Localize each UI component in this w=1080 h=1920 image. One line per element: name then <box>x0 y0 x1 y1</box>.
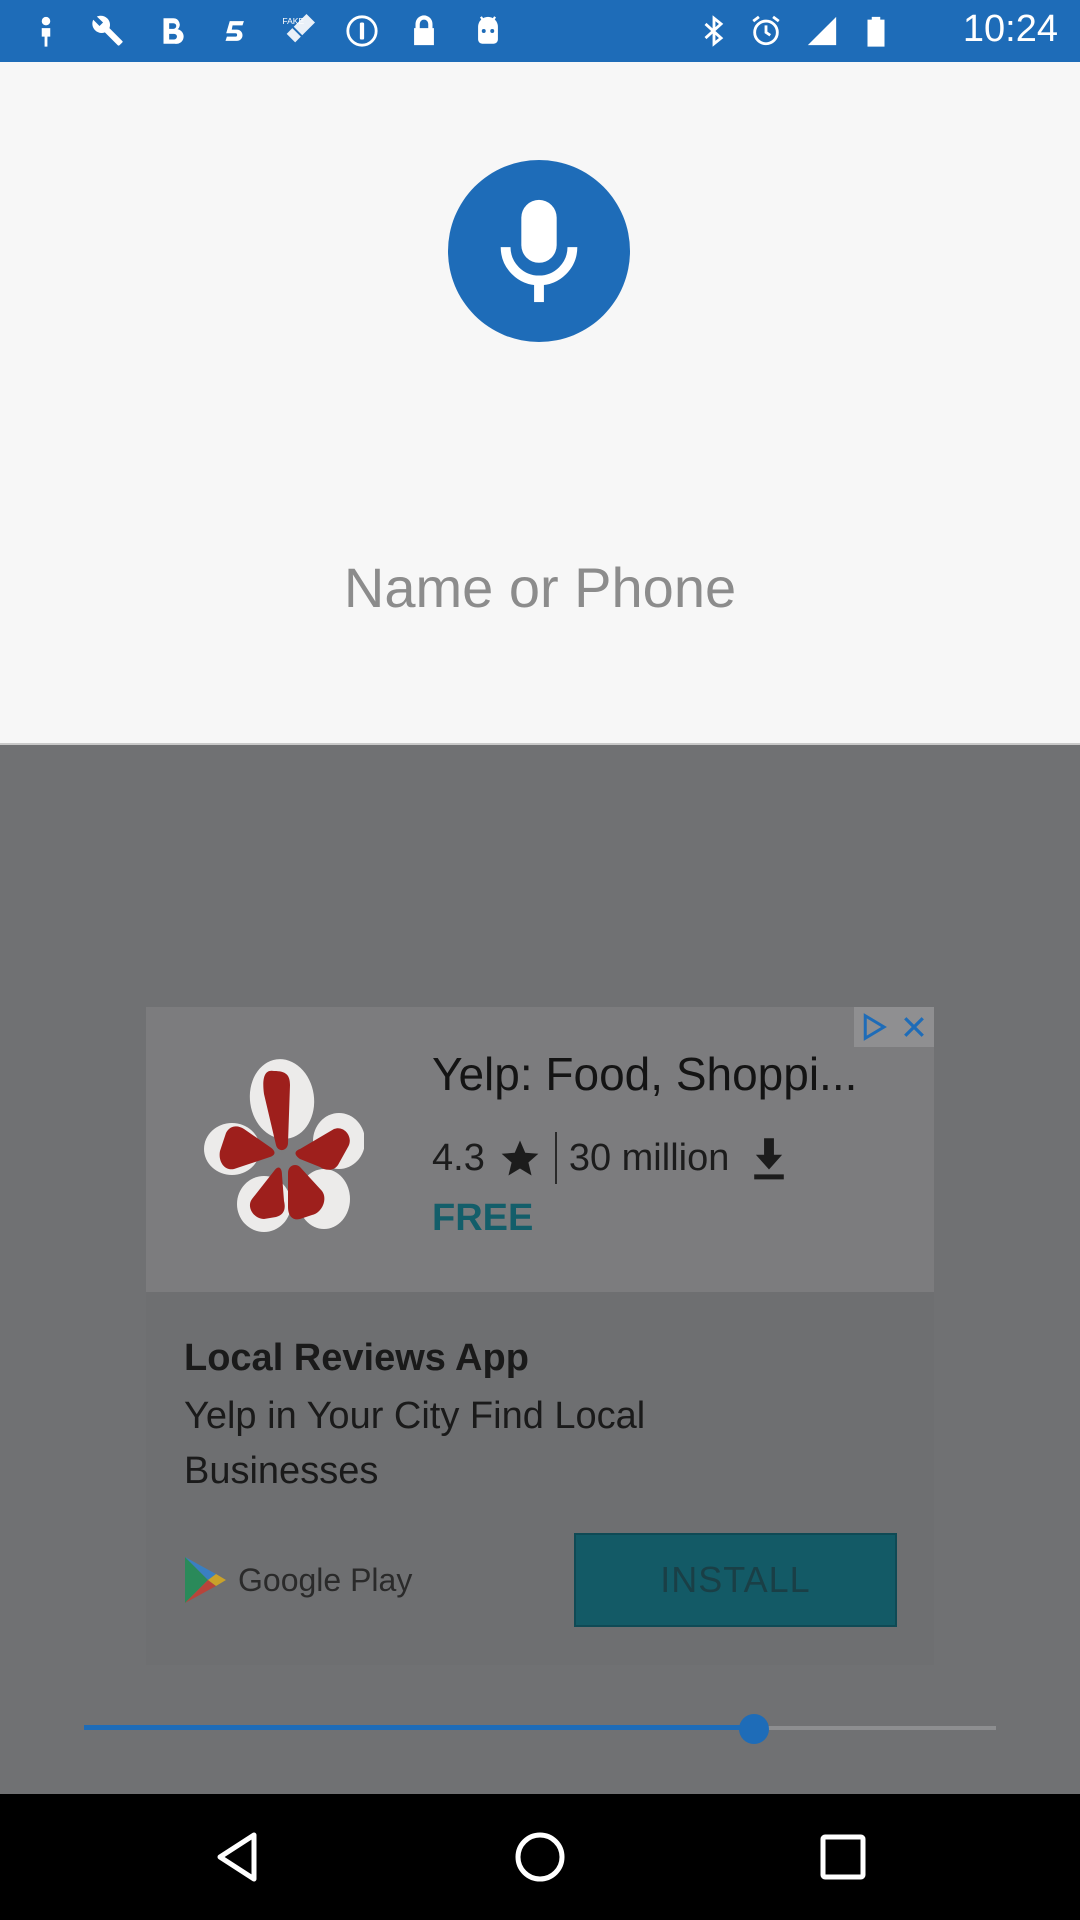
status-bar: FAKE 10:24 <box>0 0 1080 62</box>
info-icon <box>342 10 382 52</box>
yelp-logo-icon <box>204 1059 364 1232</box>
satellite-fake-icon: FAKE <box>278 10 318 52</box>
bluetooth-icon <box>694 10 734 52</box>
ad-choices[interactable] <box>854 1007 934 1047</box>
svg-text:FAKE: FAKE <box>282 16 304 26</box>
google-play-badge: Google Play <box>182 1555 412 1605</box>
home-icon <box>515 1832 565 1882</box>
navigation-bar <box>0 1794 1080 1920</box>
home-button[interactable] <box>507 1824 573 1890</box>
recents-icon <box>820 1834 866 1880</box>
ad-app-title[interactable]: Yelp: Food, Shoppi... <box>432 1047 857 1101</box>
status-time: 10:24 <box>962 8 1058 50</box>
ad-body: Yelp in Your City Find Local Businesses <box>184 1395 646 1492</box>
rating-divider <box>554 1132 557 1184</box>
back-icon <box>217 1832 257 1882</box>
name-or-phone-input[interactable] <box>140 542 940 632</box>
ad-downloads: 30 million <box>568 1136 730 1179</box>
ad-choices-icon[interactable] <box>859 1012 889 1042</box>
five-icon <box>214 10 254 52</box>
seek-slider-thumb[interactable] <box>739 1714 770 1744</box>
ad-rating-value: 4.3 <box>432 1136 485 1179</box>
ad-close-icon[interactable] <box>899 1012 929 1042</box>
ad-app-header[interactable]: Yelp: Food, Shoppi... 4.3 30 million FRE… <box>146 1007 934 1292</box>
android-icon <box>468 10 508 52</box>
ad-card[interactable]: Yelp: Food, Shoppi... 4.3 30 million FRE… <box>146 1007 934 1665</box>
star-icon <box>501 1140 539 1176</box>
google-play-icon <box>185 1557 226 1603</box>
mic-icon <box>500 199 578 303</box>
ad-price: FREE <box>432 1197 534 1239</box>
back-button[interactable] <box>205 1824 271 1890</box>
battery-icon <box>856 10 896 52</box>
search-panel <box>0 62 1080 745</box>
google-play-label: Google Play <box>238 1561 413 1598</box>
install-button[interactable]: INSTALL <box>574 1533 897 1627</box>
person-pin-icon <box>26 10 66 52</box>
bold-b-icon <box>152 10 192 52</box>
ad-rating-row: 4.3 30 million <box>432 1131 789 1185</box>
recents-button[interactable] <box>810 1824 876 1890</box>
lock-icon <box>404 10 444 52</box>
signal-icon <box>802 10 842 52</box>
ad-overlay: Yelp: Food, Shoppi... 4.3 30 million FRE… <box>0 745 1080 1794</box>
ad-headline: Local Reviews App <box>184 1337 529 1379</box>
wrench-icon <box>88 10 128 52</box>
seek-slider-fill <box>84 1725 755 1730</box>
download-icon <box>754 1138 785 1180</box>
voice-search-button[interactable] <box>448 160 630 342</box>
alarm-icon <box>746 10 786 52</box>
